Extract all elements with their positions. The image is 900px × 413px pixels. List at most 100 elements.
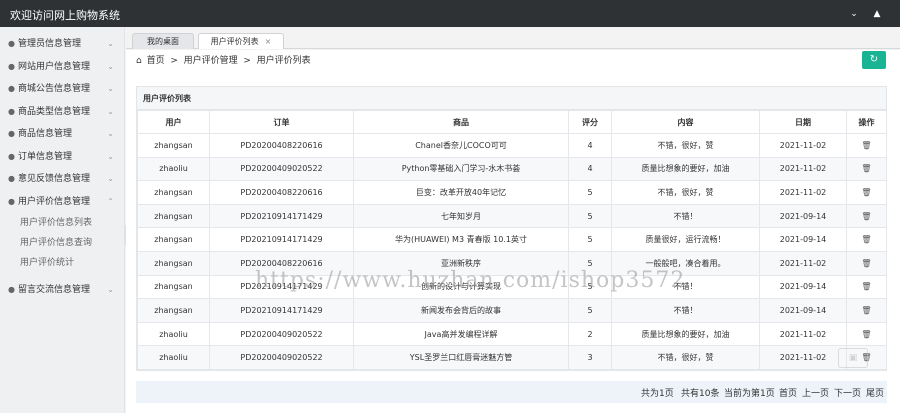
- trash-icon[interactable]: 🗑: [861, 235, 871, 244]
- tab-label: 我的桌面: [147, 37, 179, 46]
- breadcrumb-separator: >: [170, 56, 178, 66]
- table-cell: 巨变：改革开放40年记忆: [353, 180, 569, 205]
- table-row: zhaoliu PD20200409020522 Java高并发编程详解 2 质量比想象…: [137, 321, 887, 347]
- table-cell: 2021-11-02: [759, 321, 847, 347]
- tab-bar: 我的桌面 用户评价列表 ×: [126, 27, 900, 49]
- chevron-down-icon: ⌄: [107, 84, 114, 93]
- table-cell: 七年知岁月: [353, 203, 569, 229]
- breadcrumb-level1[interactable]: 用户评价管理: [184, 56, 238, 66]
- pager-prev-link[interactable]: 上一页: [802, 386, 829, 399]
- table-cell: 2: [568, 321, 612, 347]
- pager-first-link[interactable]: 首页: [779, 386, 797, 399]
- sidebar-item-product-types[interactable]: ● 商品类型信息管理 ⌄: [0, 101, 124, 124]
- sidebar-item-products[interactable]: ● 商品信息管理 ⌄: [0, 123, 124, 146]
- action-cell: 🗑: [846, 156, 887, 182]
- table-cell: PD20200409020522: [209, 156, 354, 182]
- table-cell: zhaoliu: [137, 345, 210, 370]
- table-cell: zhangsan: [137, 133, 210, 158]
- tab-desktop[interactable]: 我的桌面: [132, 33, 194, 49]
- sidebar-subitem-review-query[interactable]: 用户评价信息查询: [0, 233, 124, 253]
- table-row: zhangsan PD20210914171429 华为(HUAWEI) M3 青春…: [137, 227, 887, 252]
- column-header: 内容: [611, 110, 760, 134]
- trash-icon[interactable]: 🗑: [861, 188, 871, 197]
- pager-next-link[interactable]: 下一页: [834, 386, 861, 399]
- pager-last-link[interactable]: 尾页: [866, 386, 884, 399]
- table-cell: 质量比想象的要好，加油: [611, 321, 760, 347]
- close-icon[interactable]: ×: [265, 37, 272, 46]
- user-icon: ●: [8, 106, 15, 116]
- table-cell: 2021-11-02: [759, 345, 847, 370]
- table-cell: 2021-09-14: [759, 298, 847, 323]
- table-row: zhaoliu PD20200409020522 Python零基础入门学习-水木书…: [137, 156, 887, 182]
- table-cell: zhangsan: [137, 298, 210, 323]
- user-icon: ●: [8, 285, 15, 294]
- table-cell: zhangsan: [137, 203, 210, 229]
- trash-icon[interactable]: 🗑: [861, 306, 871, 315]
- breadcrumb-home[interactable]: 首页: [147, 56, 165, 66]
- table-cell: 3: [568, 345, 612, 370]
- table-cell: Python零基础入门学习-水木书荟: [353, 156, 569, 182]
- tab-review-list[interactable]: 用户评价列表 ×: [198, 33, 284, 49]
- user-icon: ●: [8, 61, 15, 71]
- table-cell: PD20200408220616: [209, 133, 354, 158]
- table-cell: 2021-11-02: [759, 133, 847, 158]
- action-cell: 🗑: [846, 250, 887, 276]
- sidebar-item-site-users[interactable]: ● 网站用户信息管理 ⌄: [0, 56, 124, 79]
- tshirt-icon[interactable]: ▲: [870, 7, 884, 21]
- sidebar-item-label: 管理员信息管理: [18, 39, 82, 49]
- table-cell: 不错！: [611, 298, 760, 323]
- table-cell: Chanel香奈儿COCO可可: [353, 133, 569, 158]
- table-cell: zhangsan: [137, 250, 210, 276]
- action-cell: 🗑: [846, 180, 887, 205]
- breadcrumb-separator: >: [243, 56, 251, 66]
- chevron-down-icon[interactable]: ⌄: [847, 7, 861, 21]
- top-bar: 欢迎访问网上购物系统 ⌄ ▲: [0, 0, 900, 27]
- table-cell: 新闻发布会背后的故事: [353, 298, 569, 323]
- trash-icon[interactable]: 🗑: [861, 141, 871, 150]
- sidebar: ● 管理员信息管理 ⌄ ● 网站用户信息管理 ⌄ ● 商城公告信息管理 ⌄ ● 商品类型…: [0, 27, 125, 413]
- sidebar-subitem-review-list[interactable]: 用户评价信息列表: [0, 213, 124, 233]
- action-cell: 🗑: [846, 321, 887, 347]
- app-title: 欢迎访问网上购物系统: [10, 9, 120, 22]
- table-cell: PD20200409020522: [209, 345, 354, 370]
- table-cell: zhaoliu: [137, 321, 210, 347]
- trash-icon[interactable]: 🗑: [861, 259, 871, 268]
- sidebar-item-feedback[interactable]: ● 意见反馈信息管理 ⌄: [0, 168, 124, 191]
- table-header-row: 用户 订单 商品 评分 内容 日期 操作: [137, 110, 887, 134]
- sidebar-item-orders[interactable]: ● 订单信息管理 ⌄: [0, 146, 124, 169]
- trash-icon[interactable]: 🗑: [861, 330, 871, 339]
- sidebar-subitem-review-stats[interactable]: 用户评价统计: [0, 253, 124, 273]
- chevron-down-icon: ⌄: [107, 151, 114, 161]
- table-cell: PD20210914171429: [209, 298, 354, 323]
- sidebar-item-notices[interactable]: ● 商城公告信息管理 ⌄: [0, 78, 124, 101]
- chevron-up-icon: ⌃: [107, 196, 114, 206]
- user-icon: ●: [8, 151, 15, 161]
- table-cell: zhangsan: [137, 227, 210, 252]
- sidebar-item-reviews[interactable]: ● 用户评价信息管理 ⌃: [0, 191, 124, 214]
- chevron-down-icon: ⌄: [107, 61, 114, 71]
- table-cell: 质量比想象的要好，加油: [611, 156, 760, 182]
- chevron-down-icon: ⌄: [107, 39, 114, 48]
- table-row: zhangsan PD20200408220616 Chanel香奈儿COCO可可 4…: [137, 133, 887, 158]
- sidebar-item-messages[interactable]: ● 留言交流信息管理 ⌄: [0, 279, 124, 302]
- table-cell: zhangsan: [137, 180, 210, 205]
- table-row: zhangsan PD20200408220616 巨变：改革开放40年记忆 5 不错，…: [137, 180, 887, 205]
- sidebar-item-label: 商品类型信息管理: [18, 106, 91, 117]
- refresh-button[interactable]: ↻: [862, 51, 886, 69]
- table-cell: 5: [568, 180, 612, 205]
- trash-icon[interactable]: 🗑: [861, 212, 871, 221]
- tab-label: 用户评价列表: [210, 37, 259, 46]
- table-cell: zhangsan: [137, 274, 210, 300]
- trash-icon[interactable]: 🗑: [861, 164, 871, 173]
- table-cell: zhaoliu: [137, 156, 210, 182]
- user-icon: ●: [8, 129, 15, 138]
- user-icon: ●: [8, 196, 15, 206]
- sidebar-item-admin[interactable]: ● 管理员信息管理 ⌄: [0, 33, 124, 56]
- sidebar-item-label: 用户评价信息管理: [18, 196, 91, 207]
- refresh-icon: ↻: [869, 54, 879, 65]
- chevron-down-icon: ⌄: [107, 106, 114, 116]
- trash-icon[interactable]: 🗑: [861, 282, 871, 291]
- breadcrumb: ⌂ 首页 > 用户评价管理 > 用户评价列表: [136, 54, 311, 68]
- review-table: 用户 订单 商品 评分 内容 日期 操作 zhangsan PD202004082…: [137, 110, 887, 370]
- table-cell: YSL圣罗兰口红唇膏迷魅方管: [353, 345, 569, 370]
